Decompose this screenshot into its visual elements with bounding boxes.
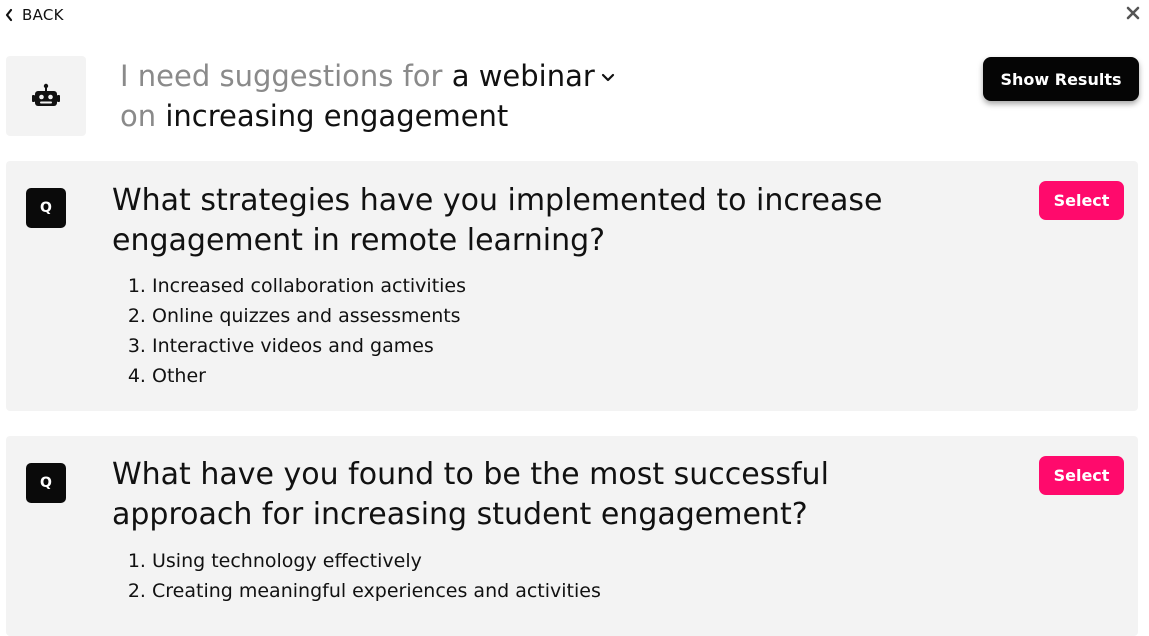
answer-option: Interactive videos and games xyxy=(152,331,466,361)
question-text: What strategies have you implemented to … xyxy=(112,183,883,258)
top-bar: BACK xyxy=(0,0,1149,30)
answer-option: Online quizzes and assessments xyxy=(152,301,466,331)
prompt-prefix: I need suggestions for xyxy=(120,59,443,93)
question-badge: Q xyxy=(26,188,66,228)
answer-option: Using technology effectively xyxy=(152,546,601,576)
answer-option: Creating meaningful experiences and acti… xyxy=(152,576,601,606)
back-label: BACK xyxy=(22,6,64,24)
prompt-line2-prefix: on xyxy=(120,99,157,133)
answer-option: Increased collaboration activities xyxy=(152,271,466,301)
topic-value[interactable]: increasing engagement xyxy=(165,99,508,133)
type-dropdown[interactable]: a webinar xyxy=(452,59,615,93)
assistant-avatar xyxy=(6,56,86,136)
prompt-line-2: on increasing engagement xyxy=(120,96,615,136)
select-button[interactable]: Select xyxy=(1039,181,1124,220)
show-results-button[interactable]: Show Results xyxy=(983,57,1139,101)
question-badge: Q xyxy=(26,463,66,503)
chevron-left-icon xyxy=(5,8,13,22)
answer-options: Using technology effectively Creating me… xyxy=(118,546,601,606)
question-card: Q What strategies have you implemented t… xyxy=(6,161,1138,411)
question-text: What have you found to be the most succe… xyxy=(112,457,829,532)
type-value: a webinar xyxy=(451,59,595,93)
answer-option: Other xyxy=(152,361,466,391)
select-button[interactable]: Select xyxy=(1039,456,1124,495)
question-card: Q What have you found to be the most suc… xyxy=(6,436,1138,636)
prompt-sentence: I need suggestions for a webinar on incr… xyxy=(120,56,615,136)
robot-icon xyxy=(32,83,60,106)
prompt-line-1: I need suggestions for a webinar xyxy=(120,56,615,96)
answer-options: Increased collaboration activities Onlin… xyxy=(118,271,466,391)
close-icon[interactable] xyxy=(1124,4,1142,22)
back-button[interactable]: BACK xyxy=(4,6,64,24)
chevron-down-icon xyxy=(601,73,614,82)
